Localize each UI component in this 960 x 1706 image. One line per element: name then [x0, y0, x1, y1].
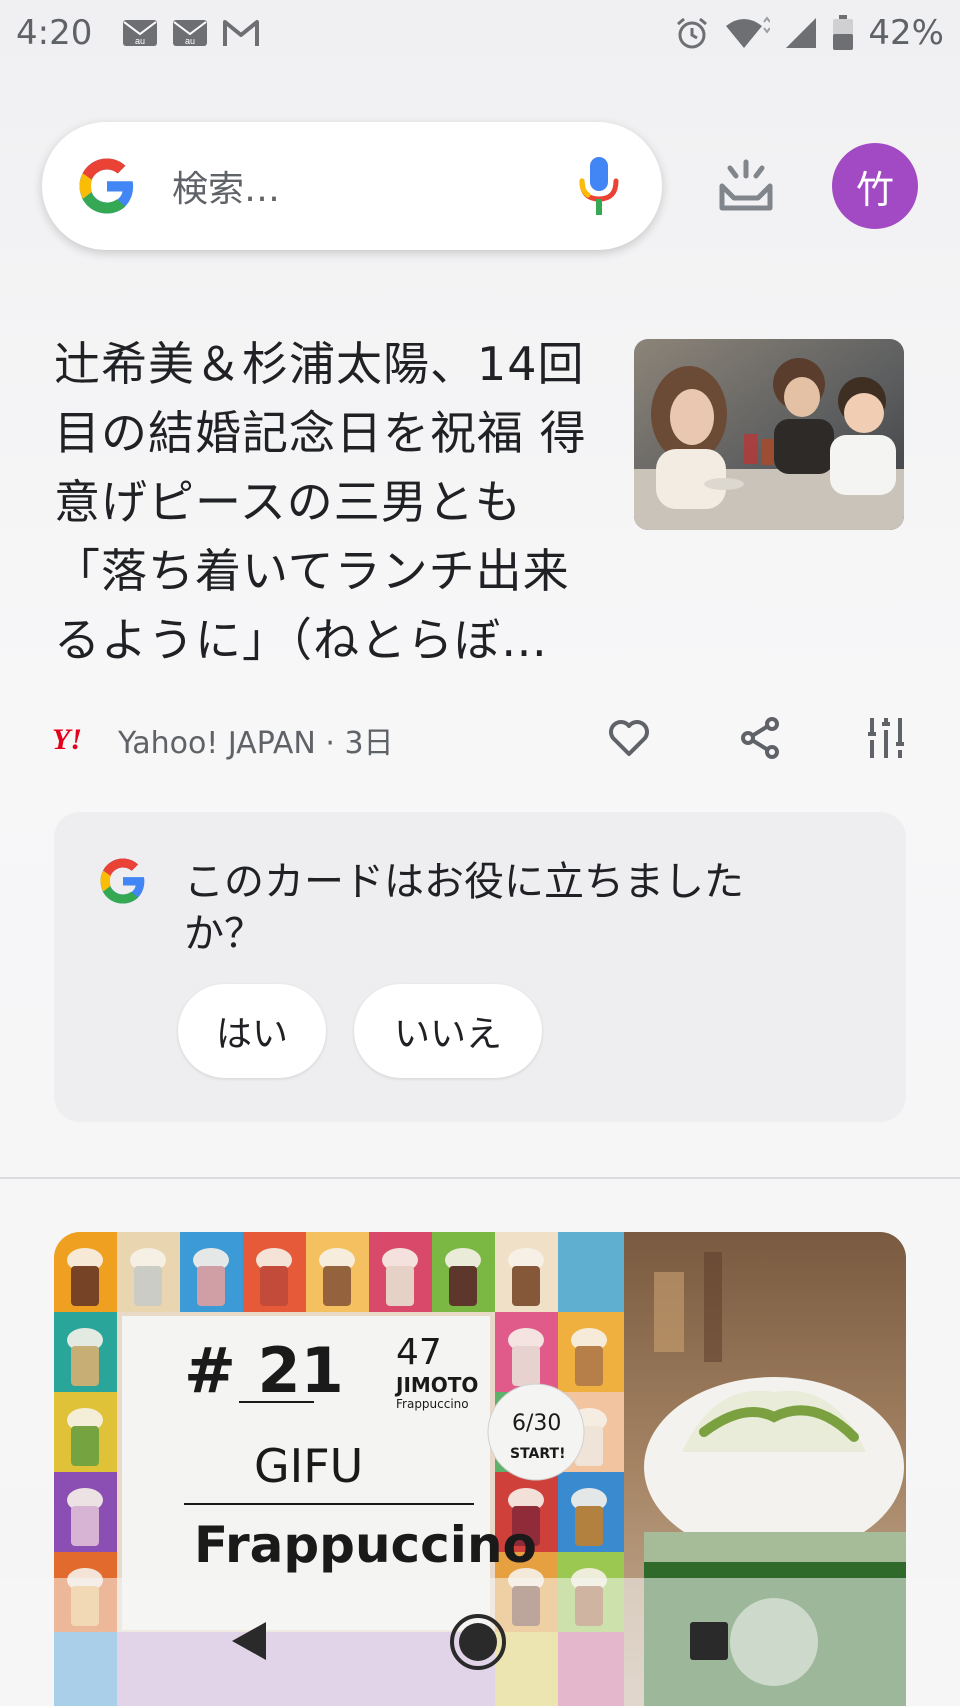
microphone-icon[interactable]: [576, 155, 622, 217]
status-bar: 4:20 au au 42%: [0, 0, 960, 66]
article-title[interactable]: 辻希美＆杉浦太陽、14回目の結婚記念日を祝福 得意げピースの三男とも「落ち着いて…: [54, 330, 594, 675]
au-mail-icon: au: [122, 19, 158, 47]
heart-icon[interactable]: [607, 716, 651, 760]
yahoo-logo: Y!: [52, 723, 82, 756]
feed-divider: [0, 1177, 960, 1179]
google-logo-icon: [79, 158, 134, 214]
battery-percent: 42%: [868, 13, 944, 53]
status-time: 4:20: [16, 13, 93, 53]
avatar-initial: 竹: [855, 167, 894, 212]
back-icon[interactable]: [226, 1618, 272, 1664]
share-icon[interactable]: [738, 716, 782, 760]
article-thumbnail[interactable]: [634, 339, 904, 530]
alarm-icon: [674, 15, 710, 51]
promo-badge-sub: Frappuccino: [396, 1397, 469, 1411]
search-bar[interactable]: 検索…: [42, 122, 662, 250]
battery-icon: [832, 15, 854, 51]
tune-icon[interactable]: [866, 716, 906, 760]
article-meta: Y! Yahoo! JAPAN · 3日: [52, 712, 912, 768]
promo-start: START!: [510, 1446, 565, 1462]
feedback-yes-button[interactable]: はい: [178, 984, 326, 1078]
promo-date: 6/30: [512, 1411, 561, 1436]
gmail-icon: [222, 18, 260, 48]
promo-badge-top: 47: [396, 1332, 442, 1373]
au-mail-icon: au: [172, 19, 208, 47]
search-input[interactable]: 検索…: [172, 160, 576, 212]
account-avatar[interactable]: 竹: [832, 143, 918, 229]
promo-badge-name: JIMOTO: [394, 1373, 478, 1397]
feedback-no-button[interactable]: いいえ: [354, 984, 542, 1078]
wifi-icon: [724, 16, 771, 50]
article-source: Yahoo! JAPAN · 3日: [118, 726, 394, 761]
status-bar-right: 42%: [674, 13, 944, 53]
promo-product: Frappuccino: [194, 1516, 537, 1574]
svg-text:au: au: [135, 36, 145, 46]
feedback-question: このカードはお役に立ちましたか？: [184, 859, 744, 957]
status-bar-left: 4:20 au au: [16, 13, 260, 53]
signal-icon: [784, 16, 818, 50]
svg-text:au: au: [185, 36, 195, 46]
home-icon[interactable]: [448, 1612, 508, 1672]
promo-number: # 21: [184, 1334, 344, 1407]
updates-tray-icon[interactable]: [716, 156, 776, 216]
recent-apps-icon[interactable]: [688, 1620, 730, 1662]
google-logo-icon: [100, 858, 146, 904]
feedback-card: このカードはお役に立ちましたか？ はい いいえ: [54, 812, 906, 1122]
promo-region: GIFU: [254, 1439, 363, 1493]
